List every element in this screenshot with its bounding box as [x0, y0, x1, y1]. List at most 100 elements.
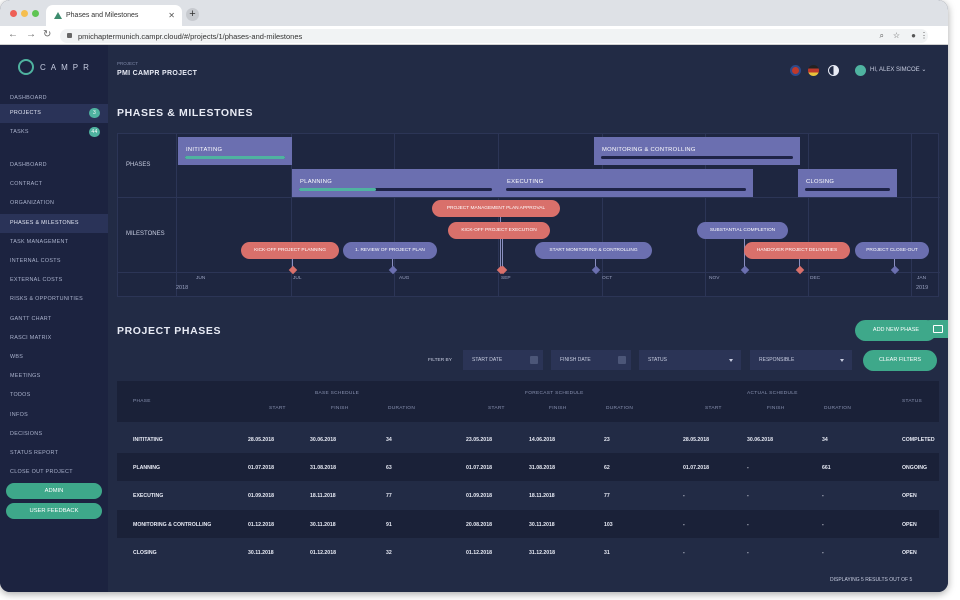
sidebar-item-label: Projects — [10, 110, 42, 116]
table-cell: - — [747, 521, 749, 528]
table-cell: 18.11.2018 — [310, 493, 336, 500]
table-row[interactable]: PLANNING 01.07.2018 31.08.2018 63 01.07.2018… — [117, 453, 939, 482]
month-label: AUG — [399, 276, 410, 281]
chat-icon[interactable] — [926, 320, 948, 338]
sidebar-item-label: External Costs — [10, 277, 63, 284]
back-icon[interactable]: ← — [8, 29, 18, 40]
table-cell: 103 — [604, 521, 613, 528]
phase-bar[interactable]: MONITORING & CONTROLLING — [594, 137, 800, 165]
milestone-pill[interactable]: PROJECT MANAGEMENT PLAN APPROVAL — [432, 200, 560, 217]
sidebar-item-close-out-project[interactable]: Close Out Project — [0, 463, 108, 482]
sidebar-item-external-costs[interactable]: External Costs — [0, 271, 108, 290]
phase-bar[interactable]: EXECUTING — [499, 169, 753, 197]
search-icon[interactable]: ⌕ — [880, 31, 884, 41]
avatar[interactable] — [855, 65, 866, 76]
actual-duration-header[interactable]: DURATION — [824, 406, 851, 411]
status-cell: OPEN — [902, 493, 917, 500]
maximize-window-dot[interactable] — [32, 10, 39, 17]
sidebar-item-todos[interactable]: Todos — [0, 386, 108, 405]
user-menu[interactable]: HI, ALEX SIMCOE ⌄ — [870, 66, 926, 73]
admin-button[interactable]: Admin — [6, 483, 102, 499]
sidebar-item-task-management[interactable]: Task Management — [0, 233, 108, 252]
status-filter[interactable]: STATUS — [639, 350, 741, 370]
base-duration-header[interactable]: DURATION — [388, 406, 415, 411]
sidebar-item-organization[interactable]: Organization — [0, 194, 108, 213]
table-cell: - — [747, 549, 749, 556]
phase-bar[interactable]: INITITATING — [178, 137, 292, 165]
phase-bar[interactable]: PLANNING — [292, 169, 499, 197]
table-row[interactable]: CLOSING 30.11.2018 01.12.2018 32 01.12.2018 3… — [117, 538, 939, 566]
sidebar-item-gantt-chart[interactable]: Gantt Chart — [0, 310, 108, 329]
forecast-start-header[interactable]: START — [488, 406, 505, 411]
milestone-pill[interactable]: START MONITORING & CONTROLLING — [535, 242, 652, 259]
user-feedback-button[interactable]: User Feedback — [6, 503, 102, 519]
status-cell: OPEN — [902, 521, 917, 528]
sidebar-item-decisions[interactable]: Decisions — [0, 425, 108, 444]
sidebar-item-risks-opportunities[interactable]: Risks & Opportunities — [0, 290, 108, 309]
close-tab-icon[interactable]: ✕ — [168, 11, 175, 20]
phase-name-cell[interactable]: PLANNING — [133, 465, 160, 471]
browser-tab[interactable]: Phases and Milestones ✕ — [46, 5, 182, 26]
table-cell: 34 — [386, 437, 392, 443]
base-start-header[interactable]: START — [269, 406, 286, 411]
sidebar-item-internal-costs[interactable]: Internal Costs — [0, 252, 108, 271]
german-flag-icon[interactable] — [808, 65, 819, 76]
milestone-pill[interactable]: SUBSTANTIAL COMPLETION — [697, 222, 788, 239]
milestone-pill[interactable]: PROJECT CLOSE-OUT — [855, 242, 929, 259]
milestone-pill[interactable]: 1. REVIEW OF PROJECT PLAN — [343, 242, 437, 259]
start-date-filter[interactable]: START DATE — [463, 350, 543, 370]
close-window-dot[interactable] — [10, 10, 17, 17]
profile-icon[interactable]: ● — [911, 31, 916, 40]
phase-name-cell[interactable]: CLOSING — [133, 550, 157, 556]
phases-table: BASE SCHEDULE FORECAST SCHEDULE ACTUAL S… — [117, 381, 939, 577]
phase-name: CLOSING — [806, 179, 835, 185]
phase-progress-track — [506, 188, 746, 191]
phase-name-cell[interactable]: INITITATING — [133, 437, 163, 443]
sidebar-item-phases-milestones[interactable]: Phases & Milestones — [0, 213, 108, 233]
responsible-filter[interactable]: RESPONSIBLE — [750, 350, 852, 370]
url-field[interactable]: pmichaptermunich.campr.cloud/#/projects/… — [60, 29, 928, 43]
english-flag-icon[interactable] — [790, 65, 801, 76]
table-cell: 28.05.2018 — [683, 437, 709, 443]
phase-column-header[interactable]: PHASE — [133, 399, 151, 404]
table-row[interactable]: INITITATING 28.05.2018 30.06.2018 34 23.05.2… — [117, 425, 939, 453]
table-row[interactable]: MONITORING & CONTROLLING 01.12.2018 30.11.… — [117, 509, 939, 538]
star-icon[interactable]: ☆ — [893, 31, 900, 40]
phase-bar[interactable]: CLOSING — [798, 169, 897, 197]
forecast-finish-header[interactable]: FINISH — [549, 406, 567, 411]
sidebar-item-contract[interactable]: Contract — [0, 175, 108, 194]
table-row[interactable]: EXECUTING 01.09.2018 18.11.2018 77 01.09.201… — [117, 481, 939, 509]
theme-toggle-icon[interactable] — [828, 65, 839, 76]
actual-finish-header[interactable]: FINISH — [767, 406, 785, 411]
sidebar-item-tasks[interactable]: Tasks 44 — [0, 123, 108, 142]
actual-start-header[interactable]: START — [705, 406, 722, 411]
sidebar-item-infos[interactable]: Infos — [0, 406, 108, 425]
minimize-window-dot[interactable] — [21, 10, 28, 17]
table-cell: - — [683, 549, 685, 556]
sidebar-item-label: Gantt Chart — [10, 315, 52, 322]
campr-logo[interactable]: CAMPR — [18, 59, 98, 77]
sidebar-item-dashboard[interactable]: Dashboard — [0, 156, 108, 175]
forward-icon[interactable]: → — [26, 29, 36, 40]
new-tab-button[interactable]: + — [186, 8, 199, 21]
forecast-duration-header[interactable]: DURATION — [606, 406, 633, 411]
milestone-pill[interactable]: KICK-OFF PROJECT PLANNING — [241, 242, 339, 259]
sidebar-item-label: RASCI Matrix — [10, 334, 52, 341]
milestone-pill[interactable]: KICK-OFF PROJECT EXECUTION — [448, 222, 550, 239]
phase-name-cell[interactable]: EXECUTING — [133, 493, 163, 499]
status-column-header[interactable]: STATUS — [902, 399, 922, 404]
sidebar-item-projects[interactable]: Projects 3 — [0, 104, 108, 123]
menu-icon[interactable]: ⋮ — [920, 31, 928, 40]
sidebar-item-wbs[interactable]: WBS — [0, 348, 108, 367]
reload-icon[interactable]: ↻ — [43, 29, 51, 40]
results-count: DISPLAYING 5 RESULTS OUT OF 5 — [830, 577, 913, 583]
base-finish-header[interactable]: FINISH — [331, 406, 349, 411]
finish-date-filter[interactable]: FINISH DATE — [551, 350, 631, 370]
clear-filters-button[interactable]: CLEAR FILTERS — [863, 350, 937, 371]
add-new-phase-button[interactable]: ADD NEW PHASE — [855, 320, 937, 341]
sidebar-item-rasci-matrix[interactable]: RASCI Matrix — [0, 329, 108, 348]
sidebar-item-status-report[interactable]: Status Report — [0, 444, 108, 463]
milestone-pill[interactable]: HANDOVER PROJECT DELIVERIES — [744, 242, 850, 259]
sidebar-item-meetings[interactable]: Meetings — [0, 367, 108, 386]
phase-name-cell[interactable]: MONITORING & CONTROLLING — [133, 522, 211, 528]
